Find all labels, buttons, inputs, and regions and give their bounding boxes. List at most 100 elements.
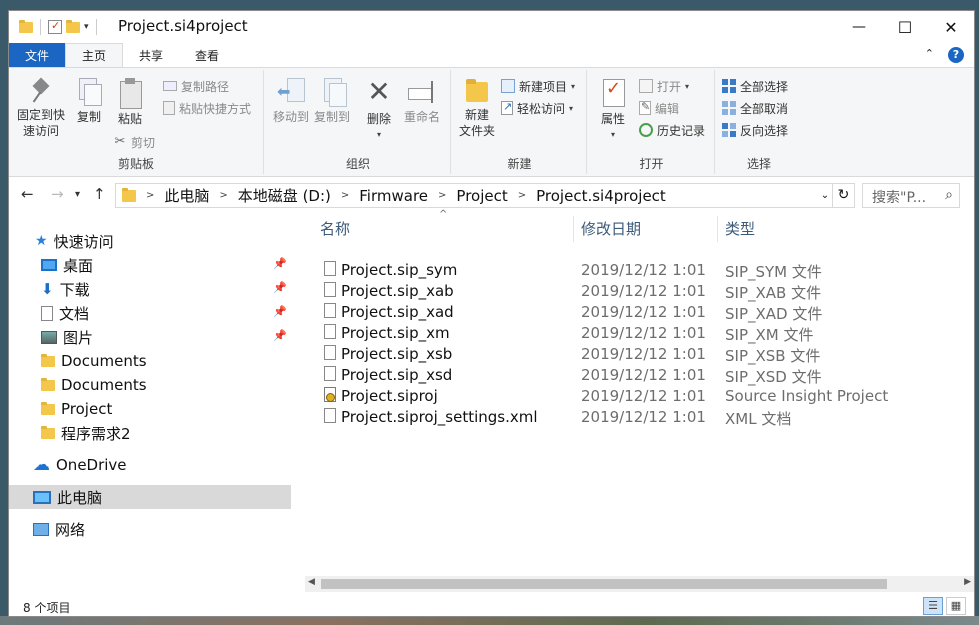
nav-folder-requirements[interactable]: 程序需求2	[9, 421, 291, 445]
search-icon: ⌕	[945, 187, 953, 203]
copy-button[interactable]: 复制	[73, 74, 105, 125]
forward-arrow-icon[interactable]: →	[51, 185, 64, 203]
history-icon	[639, 123, 653, 137]
horizontal-scrollbar[interactable]: ◀ ▶	[305, 576, 974, 592]
tab-file[interactable]: 文件	[9, 43, 66, 67]
file-row[interactable]: Project.sip_sym 2019/12/12 1:01 SIP_SYM …	[309, 261, 909, 282]
chevron-right-icon[interactable]: >	[341, 190, 349, 201]
chevron-right-icon[interactable]: >	[219, 190, 227, 201]
minimize-button[interactable]: —	[836, 11, 882, 43]
title-bar: ▾ Project.si4project — ☐ ✕	[9, 11, 974, 43]
sort-ascending-icon: ^	[439, 209, 448, 220]
chevron-down-icon[interactable]: ▾	[84, 22, 89, 32]
cut-button[interactable]: ✂ 剪切	[113, 132, 155, 152]
history-button[interactable]: 历史记录	[639, 120, 705, 140]
properties-button[interactable]: 属性 ▾	[597, 74, 629, 143]
paste-button[interactable]: 粘贴	[114, 74, 146, 127]
nav-onedrive-label: OneDrive	[56, 456, 127, 474]
pin-to-quick-access-button[interactable]: 固定到快 速访问	[15, 74, 67, 139]
tab-view[interactable]: 查看	[179, 43, 235, 67]
breadcrumb-current-folder[interactable]: Project.si4project	[536, 187, 666, 205]
file-row[interactable]: Project.sip_xsd 2019/12/12 1:01 SIP_XSD …	[309, 366, 909, 387]
new-item-button[interactable]: 新建项目 ▾	[501, 76, 575, 96]
paste-shortcut-button[interactable]: 粘贴快捷方式	[163, 98, 251, 118]
file-date: 2019/12/12 1:01	[581, 408, 706, 426]
nav-folder-documents-2[interactable]: Documents	[9, 373, 291, 397]
chevron-right-icon[interactable]: >	[438, 190, 446, 201]
nav-downloads[interactable]: ⬇ 下载 📌	[9, 277, 291, 301]
large-icons-view-icon[interactable]: ▦	[946, 597, 966, 615]
refresh-icon[interactable]: ↻	[832, 184, 854, 207]
file-date: 2019/12/12 1:01	[581, 345, 706, 363]
search-placeholder: 搜索"P...	[872, 190, 927, 206]
easy-access-button[interactable]: 轻松访问 ▾	[501, 98, 573, 118]
nav-quick-access[interactable]: ★ 快速访问	[9, 229, 291, 253]
help-icon[interactable]: ?	[948, 47, 964, 63]
select-none-button[interactable]: 全部取消	[722, 98, 788, 118]
rename-button[interactable]: 重命名	[402, 74, 442, 125]
up-arrow-icon[interactable]: ↑	[93, 185, 106, 203]
edit-button[interactable]: 编辑	[639, 98, 679, 118]
folder-icon	[41, 377, 55, 391]
file-type: SIP_XAB 文件	[725, 284, 822, 302]
details-view-icon[interactable]: ☰	[923, 597, 943, 615]
scrollbar-thumb[interactable]	[321, 579, 887, 589]
breadcrumb-firmware[interactable]: Firmware	[359, 187, 428, 205]
copy-path-button[interactable]: 复制路径	[163, 76, 229, 96]
properties-icon[interactable]	[48, 19, 62, 34]
new-folder-button[interactable]: 新建 文件夹	[455, 74, 499, 139]
breadcrumb-project[interactable]: Project	[456, 187, 507, 205]
column-header-name[interactable]: 名称	[320, 216, 350, 240]
move-to-button[interactable]: 移动到	[271, 74, 311, 125]
open-button[interactable]: 打开 ▾	[639, 76, 689, 96]
nav-documents[interactable]: 文档 📌	[9, 301, 291, 325]
file-row[interactable]: Project.sip_xad 2019/12/12 1:01 SIP_XAD …	[309, 303, 909, 324]
nav-folder-project[interactable]: Project	[9, 397, 291, 421]
chevron-down-icon[interactable]: ⌄	[818, 190, 832, 201]
nav-desktop[interactable]: 桌面 📌	[9, 253, 291, 277]
select-all-button[interactable]: 全部选择	[722, 76, 788, 96]
nav-this-pc[interactable]: 此电脑	[9, 485, 291, 509]
nav-network[interactable]: 网络	[9, 517, 291, 541]
address-controls: ⌄ ↻	[818, 184, 854, 207]
easy-access-label: 轻松访问	[517, 101, 566, 116]
file-row[interactable]: Project.sip_xm 2019/12/12 1:01 SIP_XM 文件	[309, 324, 909, 345]
nav-folder-documents[interactable]: Documents	[9, 349, 291, 373]
tab-share[interactable]: 共享	[123, 43, 179, 67]
new-folder-icon[interactable]	[66, 19, 80, 33]
recent-locations-chevron-icon[interactable]: ▾	[75, 189, 80, 200]
invert-selection-button[interactable]: 反向选择	[722, 120, 788, 140]
nav-onedrive[interactable]: ☁ OneDrive	[9, 453, 291, 477]
scroll-right-icon[interactable]: ▶	[964, 577, 971, 587]
file-row[interactable]: Project.siproj 2019/12/12 1:01 Source In…	[309, 387, 909, 408]
column-header-date[interactable]: 修改日期	[581, 216, 641, 240]
nav-item-label: Project	[61, 400, 113, 418]
nav-item-label: 文档	[59, 304, 90, 323]
file-row[interactable]: Project.siproj_settings.xml 2019/12/12 1…	[309, 408, 909, 429]
chevron-right-icon[interactable]: >	[518, 190, 526, 201]
nav-pictures[interactable]: 图片 📌	[9, 325, 291, 349]
column-header-type[interactable]: 类型	[725, 216, 755, 240]
chevron-right-icon[interactable]: >	[146, 190, 154, 201]
file-name: Project.siproj	[341, 387, 438, 405]
close-button[interactable]: ✕	[928, 11, 974, 43]
address-bar[interactable]: > 此电脑 > 本地磁盘 (D:) > Firmware > Project >…	[115, 183, 855, 208]
folder-icon	[41, 425, 55, 439]
breadcrumb-local-disk[interactable]: 本地磁盘 (D:)	[238, 185, 331, 206]
back-arrow-icon[interactable]: ←	[21, 185, 34, 203]
delete-button[interactable]: ✕ 删除 ▾	[364, 74, 394, 143]
maximize-button[interactable]: ☐	[882, 11, 928, 43]
tab-home[interactable]: 主页	[65, 43, 124, 67]
toolbar-divider	[40, 19, 41, 35]
move-to-icon	[277, 78, 305, 106]
breadcrumb-this-pc[interactable]: 此电脑	[164, 185, 209, 206]
file-row[interactable]: Project.sip_xab 2019/12/12 1:01 SIP_XAB …	[309, 282, 909, 303]
star-icon: ★	[35, 233, 48, 249]
copy-to-button[interactable]: 复制到	[312, 74, 352, 125]
search-input[interactable]: 搜索"P... ⌕	[862, 183, 960, 208]
column-divider[interactable]	[717, 216, 718, 242]
chevron-up-icon[interactable]: ⌃	[925, 47, 934, 63]
scroll-left-icon[interactable]: ◀	[308, 577, 315, 587]
file-row[interactable]: Project.sip_xsb 2019/12/12 1:01 SIP_XSB …	[309, 345, 909, 366]
column-divider[interactable]	[573, 216, 574, 242]
